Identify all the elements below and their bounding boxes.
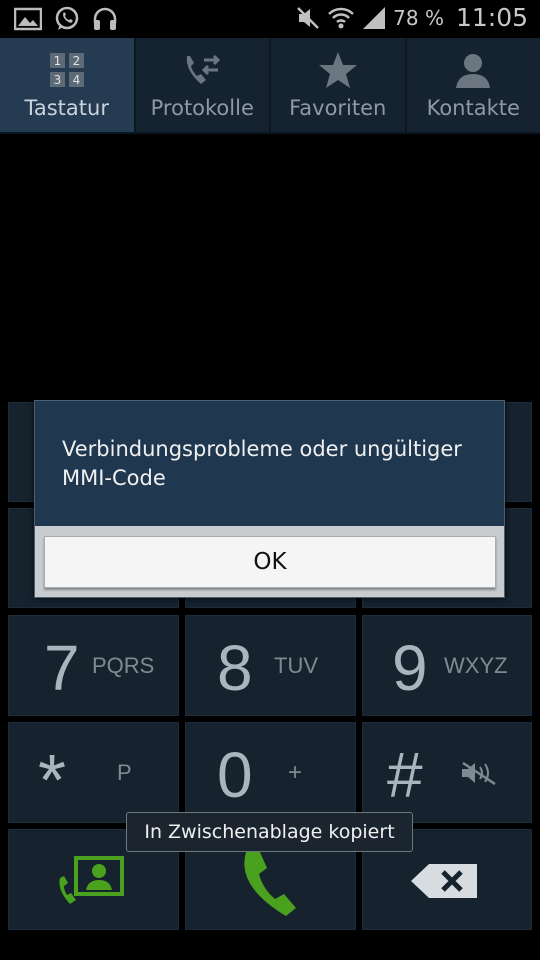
- svg-text:1: 1: [53, 54, 61, 68]
- backspace-icon: [409, 862, 479, 904]
- tab-protokolle[interactable]: Protokolle: [136, 38, 271, 132]
- key-letters: WXYZ: [444, 653, 508, 678]
- ok-button[interactable]: OK: [44, 536, 496, 588]
- key-letters: +: [288, 759, 303, 786]
- key-digit: 9: [392, 632, 428, 704]
- gallery-icon: [14, 6, 42, 32]
- mute-icon: [295, 5, 321, 31]
- key-hash[interactable]: #: [362, 722, 532, 823]
- toast-message: In Zwischenablage kopiert: [126, 812, 413, 852]
- key-digit: 0: [217, 739, 253, 811]
- wifi-icon: [327, 5, 355, 31]
- error-dialog: Verbindungsprobleme oder ungültiger MMI-…: [34, 400, 505, 598]
- call-icon: [238, 848, 300, 924]
- key-letters: P: [117, 760, 132, 785]
- svg-text:3: 3: [53, 73, 61, 87]
- key-letters: PQRS: [92, 653, 155, 678]
- call-log-icon: [182, 50, 222, 90]
- tab-favoriten[interactable]: Favoriten: [271, 38, 407, 132]
- headphones-icon: [92, 6, 118, 32]
- whatsapp-icon: [54, 6, 80, 32]
- add-contact-icon: [56, 854, 126, 914]
- key-letters: TUV: [274, 653, 318, 678]
- key-digit: 8: [217, 632, 253, 704]
- svg-text:4: 4: [72, 73, 80, 87]
- key-7[interactable]: 7 PQRS: [8, 615, 179, 716]
- dialog-button-bar: OK: [35, 526, 504, 597]
- key-8[interactable]: 8 TUV: [185, 615, 356, 716]
- star-icon: [318, 50, 358, 90]
- tab-bar: 1 2 3 4 Tastatur Protokolle Favoriten Ko…: [0, 38, 540, 134]
- battery-percent: 78 %: [393, 5, 444, 30]
- tab-label: Favoriten: [289, 96, 387, 120]
- key-star[interactable]: * P: [8, 722, 179, 823]
- tab-label: Protokolle: [150, 96, 254, 120]
- status-bar: 78 % 11:05: [0, 0, 540, 38]
- key-9[interactable]: 9 WXYZ: [362, 615, 532, 716]
- tab-label: Kontakte: [426, 96, 520, 120]
- tab-tastatur[interactable]: 1 2 3 4 Tastatur: [0, 38, 136, 132]
- key-digit: #: [387, 739, 423, 811]
- key-0[interactable]: 0 +: [185, 722, 356, 823]
- signal-icon: [361, 5, 387, 31]
- clock: 11:05: [455, 3, 528, 32]
- contact-icon: [453, 50, 493, 90]
- svg-text:2: 2: [72, 54, 80, 68]
- key-digit: *: [38, 741, 67, 821]
- mute-icon: [459, 759, 499, 791]
- keypad-icon: 1 2 3 4: [49, 50, 85, 90]
- dialog-message: Verbindungsprobleme oder ungültiger MMI-…: [62, 437, 462, 490]
- tab-kontakte[interactable]: Kontakte: [407, 38, 540, 132]
- key-digit: 7: [44, 632, 80, 704]
- tab-label: Tastatur: [24, 96, 109, 120]
